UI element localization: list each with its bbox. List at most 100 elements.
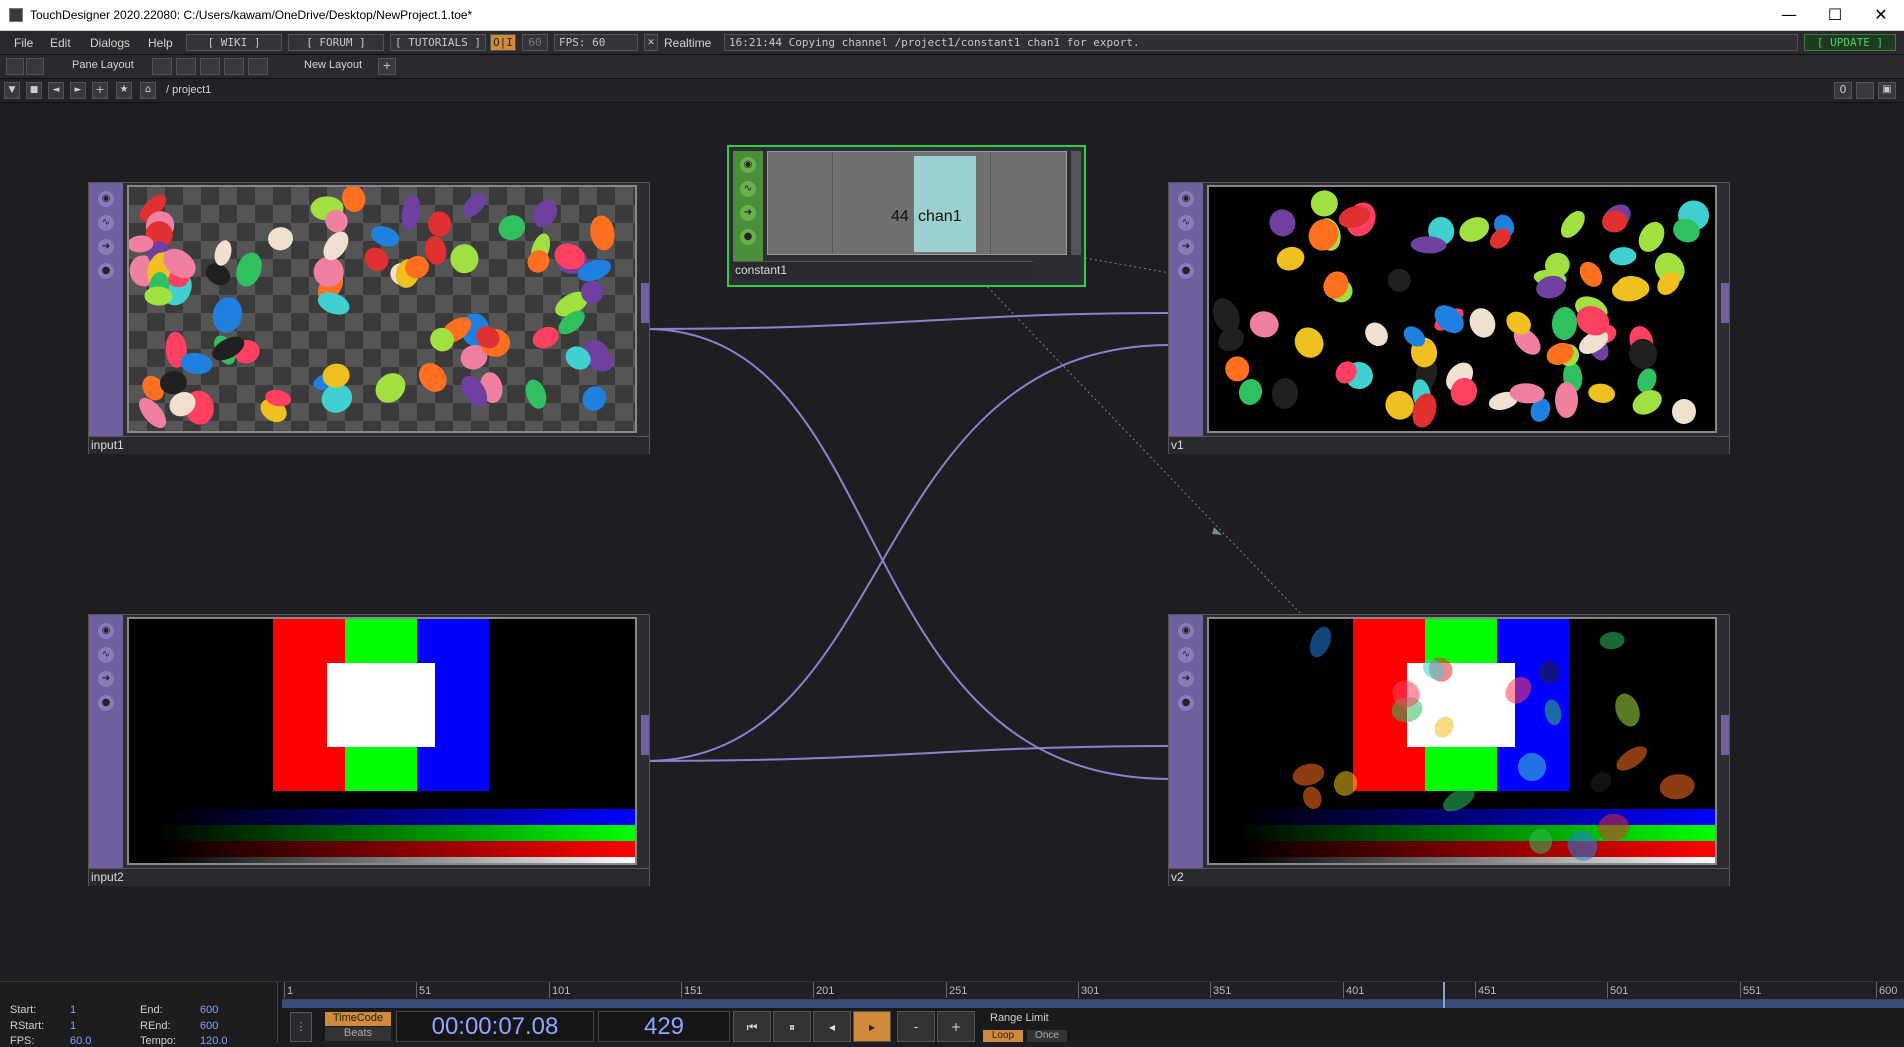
star-icon[interactable]: ★ bbox=[116, 82, 132, 99]
viewer-icon[interactable]: ◉ bbox=[1178, 191, 1194, 207]
timeline-range-bar[interactable] bbox=[282, 1000, 1904, 1008]
output-connector[interactable] bbox=[1721, 715, 1729, 755]
viewer-icon[interactable]: ◉ bbox=[740, 157, 756, 173]
network-path[interactable]: / project1 bbox=[166, 84, 211, 96]
oi-button[interactable]: O|I bbox=[490, 34, 516, 51]
step-minus-button[interactable]: - bbox=[897, 1011, 935, 1042]
loop-toggle[interactable]: Loop bbox=[983, 1030, 1023, 1042]
arrow-icon[interactable]: ➔ bbox=[1178, 239, 1194, 255]
arrow-icon[interactable]: ➔ bbox=[740, 205, 756, 221]
viewer-icon[interactable]: ◉ bbox=[98, 191, 114, 207]
wiki-button[interactable]: [ WIKI ] bbox=[186, 34, 282, 51]
tutorials-button[interactable]: [ TUTORIALS ] bbox=[390, 34, 486, 51]
beats-toggle[interactable]: Beats bbox=[325, 1027, 391, 1041]
v2-viewer[interactable] bbox=[1207, 617, 1717, 865]
lock-icon[interactable]: ● bbox=[98, 263, 114, 279]
layout-quad[interactable] bbox=[248, 58, 268, 75]
update-button[interactable]: [ UPDATE ] bbox=[1804, 34, 1896, 51]
input1-viewer[interactable] bbox=[127, 185, 637, 433]
jellybean bbox=[448, 241, 482, 276]
arrow-icon[interactable]: ➔ bbox=[98, 239, 114, 255]
node-name-constant1[interactable]: constant1 bbox=[735, 263, 787, 277]
viewer-icon[interactable]: ◉ bbox=[1178, 623, 1194, 639]
options-button[interactable]: ⋮ bbox=[290, 1012, 312, 1042]
tempo-value[interactable]: 120.0 bbox=[200, 1035, 228, 1047]
output-connector[interactable] bbox=[1071, 151, 1081, 255]
step-plus-button[interactable]: + bbox=[937, 1011, 975, 1042]
fps-cap-field[interactable]: 60 bbox=[522, 34, 548, 51]
input2-viewer[interactable] bbox=[127, 617, 637, 865]
node-name-input1[interactable]: input1 bbox=[91, 438, 124, 452]
jellybean bbox=[1360, 317, 1393, 351]
node-name-input2[interactable]: input2 bbox=[91, 870, 124, 884]
once-toggle[interactable]: Once bbox=[1027, 1030, 1067, 1042]
lock-icon[interactable]: ● bbox=[740, 229, 756, 245]
realtime-checkbox[interactable]: ✕ bbox=[644, 34, 658, 51]
pane-icon-b[interactable] bbox=[26, 58, 44, 75]
timecode-toggle[interactable]: TimeCode bbox=[325, 1012, 391, 1026]
fps-value[interactable]: 60.0 bbox=[70, 1035, 91, 1047]
lock-icon[interactable]: ● bbox=[98, 695, 114, 711]
menu-dialogs[interactable]: Dialogs bbox=[90, 36, 130, 50]
lock-icon[interactable]: ● bbox=[1178, 263, 1194, 279]
timeline-ruler[interactable]: 1 51 101 151 201 251 301 351 401 451 501 551 600 bbox=[282, 982, 1904, 1000]
stop-icon[interactable]: ■ bbox=[26, 82, 42, 99]
output-connector[interactable] bbox=[1721, 283, 1729, 323]
step-back-button[interactable]: ◂ bbox=[813, 1011, 851, 1042]
graph-icon[interactable]: ∿ bbox=[740, 181, 756, 197]
graph-icon[interactable]: ∿ bbox=[98, 215, 114, 231]
menu-file[interactable]: File bbox=[14, 36, 33, 50]
menu-help[interactable]: Help bbox=[148, 36, 173, 50]
layout-single[interactable] bbox=[152, 58, 172, 75]
arrow-icon[interactable]: ➔ bbox=[98, 671, 114, 687]
rstart-value[interactable]: 1 bbox=[70, 1020, 76, 1032]
forum-button[interactable]: [ FORUM ] bbox=[288, 34, 384, 51]
start-value[interactable]: 1 bbox=[70, 1004, 76, 1016]
forward-icon[interactable]: ► bbox=[70, 82, 86, 99]
node-input1[interactable]: ◉ ∿ ➔ ● input1 bbox=[88, 182, 650, 454]
node-name-v2[interactable]: v2 bbox=[1171, 870, 1184, 884]
timeline-tick bbox=[1876, 982, 1877, 998]
node-v1[interactable]: ◉ ∿ ➔ ● v1 bbox=[1168, 182, 1730, 454]
jellybean bbox=[458, 188, 490, 221]
graph-icon[interactable]: ∿ bbox=[98, 647, 114, 663]
pane-icon-a[interactable] bbox=[6, 58, 24, 75]
constant1-viewer[interactable]: 44 chan1 bbox=[767, 151, 1067, 255]
node-constant1[interactable]: ◉ ∿ ➔ ● 44 chan1 constant1 bbox=[727, 145, 1086, 287]
output-connector[interactable] bbox=[641, 715, 649, 755]
rend-value[interactable]: 600 bbox=[200, 1020, 218, 1032]
pause-button[interactable]: ⏸ bbox=[773, 1011, 811, 1042]
viewer-icon[interactable]: ◉ bbox=[98, 623, 114, 639]
add-icon[interactable]: + bbox=[92, 82, 108, 99]
playhead[interactable] bbox=[1443, 982, 1445, 1008]
frame-display[interactable]: 429 bbox=[598, 1011, 730, 1042]
minimize-button[interactable]: — bbox=[1766, 0, 1812, 31]
end-value[interactable]: 600 bbox=[200, 1004, 218, 1016]
node-name-v1[interactable]: v1 bbox=[1171, 438, 1184, 452]
maximize-button[interactable]: ☐ bbox=[1812, 0, 1858, 31]
add-layout-button[interactable]: + bbox=[378, 58, 396, 75]
save-icon[interactable]: ▣ bbox=[1878, 82, 1896, 99]
layout-split-h[interactable] bbox=[200, 58, 220, 75]
timecode-display[interactable]: 00:00:07.08 bbox=[396, 1011, 594, 1042]
chevron-down-icon[interactable]: ▼ bbox=[4, 82, 20, 99]
play-button[interactable]: ▸ bbox=[853, 1011, 891, 1042]
layout-split-v[interactable] bbox=[176, 58, 196, 75]
graph-icon[interactable]: ∿ bbox=[1178, 647, 1194, 663]
network-editor[interactable]: ◉ ∿ ➔ ● input1 ◉ ∿ ➔ ● input2 ◉ ∿ ➔ ● v1… bbox=[0, 103, 1904, 981]
menu-edit[interactable]: Edit bbox=[50, 36, 71, 50]
lock-icon[interactable]: ● bbox=[1178, 695, 1194, 711]
arrow-icon[interactable]: ➔ bbox=[1178, 671, 1194, 687]
graph-icon[interactable]: ∿ bbox=[1178, 215, 1194, 231]
maximize-pane-icon[interactable] bbox=[1856, 82, 1874, 99]
layout-triple[interactable] bbox=[224, 58, 244, 75]
rewind-button[interactable]: ⏮ bbox=[733, 1011, 771, 1042]
node-v2[interactable]: ◉ ∿ ➔ ● v2 bbox=[1168, 614, 1730, 886]
output-connector[interactable] bbox=[641, 283, 649, 323]
home-icon[interactable]: ⌂ bbox=[140, 82, 156, 99]
node-input2[interactable]: ◉ ∿ ➔ ● input2 bbox=[88, 614, 650, 886]
back-icon[interactable]: ◄ bbox=[48, 82, 64, 99]
close-button[interactable]: ✕ bbox=[1858, 0, 1904, 31]
v1-viewer[interactable] bbox=[1207, 185, 1717, 433]
app-icon bbox=[9, 8, 23, 22]
